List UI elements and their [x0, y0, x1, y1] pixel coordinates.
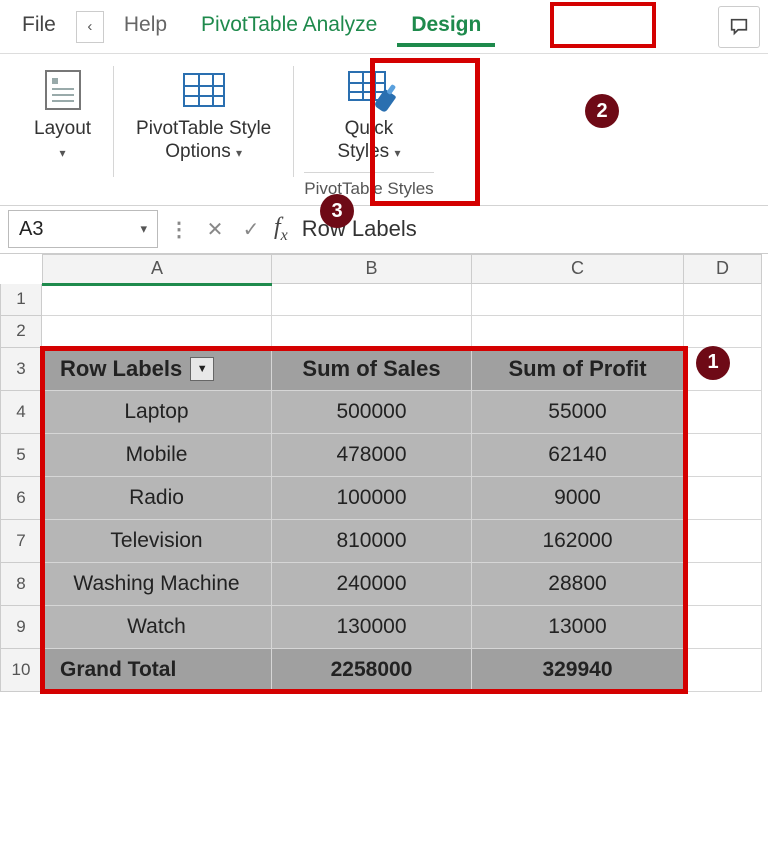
pivot-row-profit[interactable]: 13000	[472, 606, 684, 649]
pivot-row-sales[interactable]: 810000	[272, 520, 472, 563]
quick-styles-label-1: Quick	[345, 118, 394, 139]
tab-help[interactable]: Help	[110, 7, 181, 47]
col-header-A[interactable]: A	[42, 254, 272, 284]
tab-pivottable-analyze[interactable]: PivotTable Analyze	[187, 7, 391, 47]
paint-grid-icon	[348, 71, 390, 109]
cell[interactable]	[684, 284, 762, 316]
pivot-row-sales[interactable]: 500000	[272, 391, 472, 434]
pivot-row-sales[interactable]: 100000	[272, 477, 472, 520]
pivot-row-label[interactable]: Television	[42, 520, 272, 563]
comment-icon	[728, 16, 750, 38]
tab-design[interactable]: Design	[397, 7, 495, 47]
cell[interactable]	[684, 477, 762, 520]
layout-button[interactable]: Layout ▾	[30, 62, 95, 170]
cell[interactable]	[472, 284, 684, 316]
row-header[interactable]: 1	[0, 284, 42, 316]
pivot-row-label[interactable]: Washing Machine	[42, 563, 272, 606]
pivot-grand-total-profit[interactable]: 329940	[472, 649, 684, 692]
pivot-row-label[interactable]: Radio	[42, 477, 272, 520]
cell[interactable]	[272, 316, 472, 348]
style-options-label-1: PivotTable Style	[136, 118, 271, 139]
layout-label: Layout	[34, 118, 91, 139]
style-options-label-2: Options	[165, 141, 230, 162]
cell[interactable]	[42, 316, 272, 348]
pivot-row-label[interactable]: Laptop	[42, 391, 272, 434]
pivot-row-profit[interactable]: 62140	[472, 434, 684, 477]
col-header-B[interactable]: B	[272, 254, 472, 284]
annotation-box-design	[550, 2, 656, 48]
nav-prev-icon[interactable]: ‹	[76, 11, 104, 43]
pivot-row-sales[interactable]: 240000	[272, 563, 472, 606]
pivot-row-sales[interactable]: 478000	[272, 434, 472, 477]
annotation-badge-3: 3	[320, 194, 354, 228]
row-header[interactable]: 4	[0, 391, 42, 434]
row-header[interactable]: 6	[0, 477, 42, 520]
pivot-row-profit[interactable]: 162000	[472, 520, 684, 563]
enter-formula-button[interactable]: ✓	[236, 212, 266, 246]
comments-button[interactable]	[718, 6, 760, 48]
filter-dropdown-button[interactable]: ▼	[190, 357, 214, 381]
chevron-down-icon: ▾	[394, 146, 400, 160]
cell[interactable]	[42, 284, 272, 316]
group-caption-pivottable-styles: PivotTable Styles	[304, 172, 433, 201]
row-header[interactable]: 9	[0, 606, 42, 649]
pivottable-style-options-button[interactable]: PivotTable Style Options ▾	[132, 62, 275, 170]
grid-icon	[183, 73, 225, 107]
cell[interactable]	[684, 649, 762, 692]
pivot-header-profit[interactable]: Sum of Profit	[472, 348, 684, 391]
cell[interactable]	[684, 606, 762, 649]
quick-styles-button[interactable]: Quick Styles ▾	[333, 62, 404, 170]
col-header-D[interactable]: D	[684, 254, 762, 284]
quick-styles-label-2: Styles	[337, 141, 389, 162]
cell[interactable]	[272, 284, 472, 316]
pivot-grand-total-label[interactable]: Grand Total	[42, 649, 272, 692]
layout-icon	[45, 70, 81, 110]
row-header[interactable]: 2	[0, 316, 42, 348]
namebox-handle-icon: ⋮	[164, 212, 194, 246]
chevron-down-icon: ▾	[140, 221, 147, 237]
pivot-header-rowlabels-text: Row Labels	[60, 356, 182, 382]
name-box[interactable]: A3 ▾	[8, 210, 158, 248]
chevron-down-icon: ▾	[236, 146, 242, 160]
cell[interactable]	[684, 563, 762, 606]
row-header[interactable]: 5	[0, 434, 42, 477]
pivot-row-profit[interactable]: 28800	[472, 563, 684, 606]
row-header[interactable]: 3	[0, 348, 42, 391]
tab-file[interactable]: File	[8, 7, 70, 47]
col-header-C[interactable]: C	[472, 254, 684, 284]
pivot-row-profit[interactable]: 55000	[472, 391, 684, 434]
row-header[interactable]: 7	[0, 520, 42, 563]
annotation-badge-2: 2	[585, 94, 619, 128]
cell[interactable]	[472, 316, 684, 348]
cancel-formula-button[interactable]: ✕	[200, 212, 230, 246]
cell[interactable]	[684, 434, 762, 477]
cell[interactable]	[684, 520, 762, 563]
name-box-value: A3	[19, 218, 43, 241]
active-column-indicator	[42, 283, 272, 286]
pivot-header-sales[interactable]: Sum of Sales	[272, 348, 472, 391]
pivot-row-label[interactable]: Watch	[42, 606, 272, 649]
cell[interactable]	[684, 391, 762, 434]
annotation-badge-1: 1	[696, 346, 730, 380]
formula-bar-input[interactable]	[300, 215, 760, 243]
chevron-down-icon: ▾	[60, 146, 66, 160]
row-header[interactable]: 8	[0, 563, 42, 606]
pivot-row-profit[interactable]: 9000	[472, 477, 684, 520]
pivot-header-rowlabels[interactable]: Row Labels ▼	[42, 348, 272, 391]
cell[interactable]	[684, 316, 762, 348]
fx-icon[interactable]: fx	[274, 214, 288, 245]
pivot-row-label[interactable]: Mobile	[42, 434, 272, 477]
pivot-row-sales[interactable]: 130000	[272, 606, 472, 649]
pivot-grand-total-sales[interactable]: 2258000	[272, 649, 472, 692]
row-header[interactable]: 10	[0, 649, 42, 692]
